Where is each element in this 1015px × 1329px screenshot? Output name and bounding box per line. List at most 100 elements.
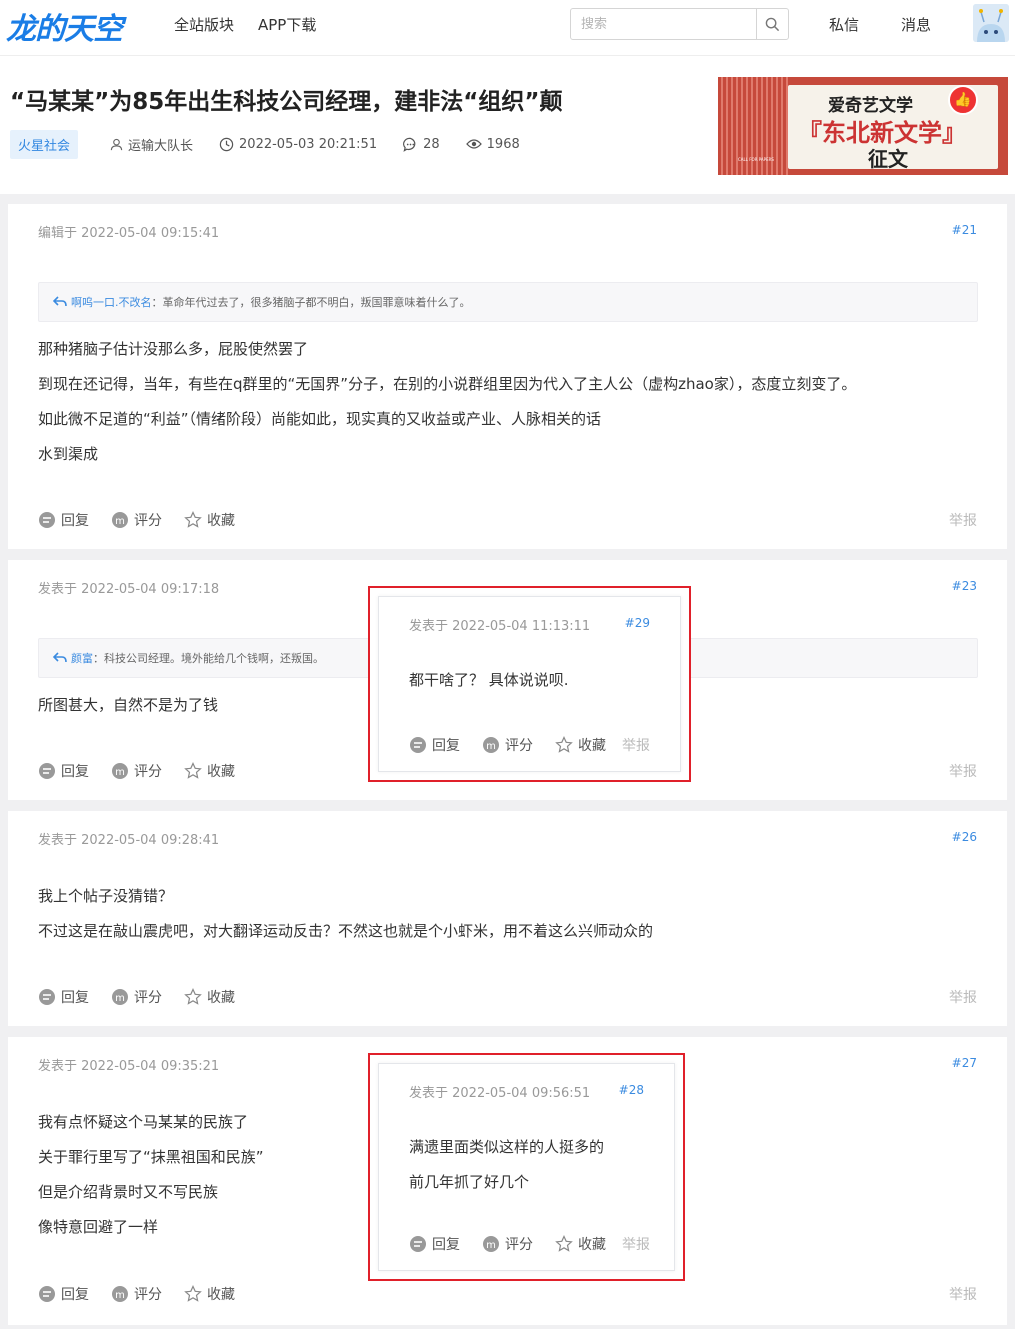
post-floor-link[interactable]: #27 xyxy=(952,1056,977,1070)
rate-button[interactable]: m 评分 xyxy=(482,735,533,755)
post-27: 发表于 2022-05-04 09:35:21 #27 我有点怀疑这个马某某的民… xyxy=(8,1037,1007,1325)
reply-button[interactable]: 回复 xyxy=(38,761,89,781)
report-button[interactable]: 举报 xyxy=(622,735,650,755)
post-line: 像特意回避了一样 xyxy=(38,1218,159,1236)
post-21: 编辑于 2022-05-04 09:15:41 #21 啊呜一口.不改名 ：革命… xyxy=(8,204,1007,549)
search-input[interactable] xyxy=(571,9,757,39)
post-datetime: 2022-05-03 20:21:51 xyxy=(239,136,378,152)
author-item[interactable]: 运输大队长 xyxy=(110,135,193,154)
quote-username[interactable]: 啊呜一口.不改名 xyxy=(71,294,152,310)
nested-floor-link[interactable]: #29 xyxy=(625,616,650,630)
nested-floor-link[interactable]: #28 xyxy=(619,1083,644,1097)
report-button[interactable]: 举报 xyxy=(949,761,977,781)
user-avatar[interactable] xyxy=(973,4,1009,42)
favorite-button[interactable]: 收藏 xyxy=(555,1234,606,1254)
post-line: 到现在还记得，当年，有些在q群里的“无国界”分子，在别的小说群组里因为代入了主人… xyxy=(38,375,857,393)
star-icon xyxy=(184,988,202,1005)
post-26: 发表于 2022-05-04 09:28:41 #26 我上个帖子没猜错？ 不过… xyxy=(8,811,1007,1026)
reply-label: 回复 xyxy=(61,513,89,529)
author-name: 运输大队长 xyxy=(128,138,194,154)
views-item: 1968 xyxy=(465,137,520,152)
promo-banner[interactable]: 爱奇艺文学 『东北新文学』 征文 CALL FOR PAPERS 👍 xyxy=(718,77,1008,175)
svg-text:m: m xyxy=(486,741,496,752)
post-time: 发表于 2022-05-04 09:35:21 xyxy=(38,1059,220,1074)
comment-icon xyxy=(403,137,416,152)
report-button[interactable]: 举报 xyxy=(949,510,977,530)
post-actions: 回复 m 评分 收藏 xyxy=(38,987,257,1007)
nav-notifications[interactable]: 消息 xyxy=(901,14,931,35)
nested-time: 发表于 2022-05-04 11:13:11 xyxy=(409,619,591,634)
nested-reply-28: 发表于 2022-05-04 09:56:51 #28 满遗里面类似这样的人挺多… xyxy=(378,1063,675,1271)
board-tag[interactable]: 火星社会 xyxy=(10,129,79,159)
post-body: 我上个帖子没猜错？ 不过这是在敲山震虎吧，对大翻译运动反击？不然这也就是个小虾米… xyxy=(38,879,653,949)
rate-icon: m xyxy=(112,989,128,1005)
favorite-button[interactable]: 收藏 xyxy=(184,761,235,781)
thread-title: “马某某”为85年出生科技公司经理，建非法“组织”颠 xyxy=(10,89,563,115)
post-time: 发表于 2022-05-04 09:17:18 xyxy=(38,582,220,597)
nav-app-download[interactable]: APP下载 xyxy=(258,14,316,35)
quote-block: 啊呜一口.不改名 ：革命年代过去了，很多猪脑子都不明白，叛国罪意味着什么了。 xyxy=(38,282,978,322)
comments-item: 28 xyxy=(403,137,440,152)
quote-username[interactable]: 颜富 xyxy=(71,650,93,666)
nested-reply-highlight: 发表于 2022-05-04 11:13:11 #29 都干啥了？ 具体说说呗.… xyxy=(368,586,691,782)
nested-body: 满遗里面类似这样的人挺多的 前几年抓了好几个 xyxy=(409,1130,604,1200)
nested-time: 发表于 2022-05-04 09:56:51 xyxy=(409,1086,591,1101)
reply-icon xyxy=(410,1236,426,1252)
rate-label: 评分 xyxy=(134,990,162,1006)
post-line: 关于罪行里写了“抹黑祖国和民族” xyxy=(38,1148,264,1166)
user-icon xyxy=(110,138,123,150)
quote-text: ：革命年代过去了，很多猪脑子都不明白，叛国罪意味着什么了。 xyxy=(151,296,471,309)
post-body: 我有点怀疑这个马某某的民族了 关于罪行里写了“抹黑祖国和民族” 但是介绍背景时又… xyxy=(38,1105,264,1245)
reply-arrow-icon xyxy=(53,652,67,663)
report-button[interactable]: 举报 xyxy=(622,1234,650,1254)
nested-body: 都干啥了？ 具体说说呗. xyxy=(409,663,569,698)
post-floor-link[interactable]: #26 xyxy=(952,830,977,844)
favorite-label: 收藏 xyxy=(207,1287,235,1303)
reply-button[interactable]: 回复 xyxy=(38,510,89,530)
rate-button[interactable]: m 评分 xyxy=(111,761,162,781)
report-button[interactable]: 举报 xyxy=(949,1284,977,1304)
reply-label: 回复 xyxy=(432,738,460,754)
svg-text:m: m xyxy=(115,767,125,778)
banner-line3: 征文 xyxy=(868,147,908,171)
rate-button[interactable]: m 评分 xyxy=(111,987,162,1007)
rate-button[interactable]: m 评分 xyxy=(111,1284,162,1304)
post-line: 不过这是在敲山震虎吧，对大翻译运动反击？不然这也就是个小虾米，用不着这么兴师动众… xyxy=(38,922,654,940)
favorite-button[interactable]: 收藏 xyxy=(555,735,606,755)
reply-arrow-icon xyxy=(53,296,67,307)
post-line: 我有点怀疑这个马某某的民族了 xyxy=(38,1113,249,1131)
nested-line: 前几年抓了好几个 xyxy=(409,1173,530,1191)
reply-button[interactable]: 回复 xyxy=(38,987,89,1007)
top-nav: 龙的天空 全站版块 APP下载 私信 消息 xyxy=(0,0,1015,56)
rate-label: 评分 xyxy=(505,738,533,754)
thumbs-up-icon: 👍 xyxy=(948,85,978,115)
reply-label: 回复 xyxy=(61,764,89,780)
rate-label: 评分 xyxy=(134,1287,162,1303)
reply-icon xyxy=(410,737,426,753)
post-floor-link[interactable]: #23 xyxy=(952,579,977,593)
site-logo[interactable]: 龙的天空 xyxy=(6,4,123,48)
reply-button[interactable]: 回复 xyxy=(409,735,460,755)
favorite-label: 收藏 xyxy=(207,513,235,529)
favorite-button[interactable]: 收藏 xyxy=(184,510,235,530)
favorite-button[interactable]: 收藏 xyxy=(184,987,235,1007)
search-button[interactable] xyxy=(756,9,788,39)
reply-button[interactable]: 回复 xyxy=(38,1284,89,1304)
nav-all-boards[interactable]: 全站版块 xyxy=(174,14,234,35)
post-floor-link[interactable]: #21 xyxy=(952,223,977,237)
quote-text: ：科技公司经理。境外能给几个钱啊，还叛国。 xyxy=(93,652,324,665)
post-body: 所图甚大，自然不是为了钱 xyxy=(38,688,218,723)
search-icon xyxy=(765,17,780,31)
report-button[interactable]: 举报 xyxy=(949,987,977,1007)
rate-button[interactable]: m 评分 xyxy=(111,510,162,530)
star-icon xyxy=(555,1235,573,1252)
rate-button[interactable]: m 评分 xyxy=(482,1234,533,1254)
rate-icon: m xyxy=(483,1236,499,1252)
favorite-label: 收藏 xyxy=(578,738,606,754)
svg-text:m: m xyxy=(486,1240,496,1251)
favorite-button[interactable]: 收藏 xyxy=(184,1284,235,1304)
reply-button[interactable]: 回复 xyxy=(409,1234,460,1254)
post-actions: 回复 m 评分 收藏 xyxy=(38,1284,257,1304)
nav-private-messages[interactable]: 私信 xyxy=(829,14,859,35)
reply-label: 回复 xyxy=(432,1237,460,1253)
